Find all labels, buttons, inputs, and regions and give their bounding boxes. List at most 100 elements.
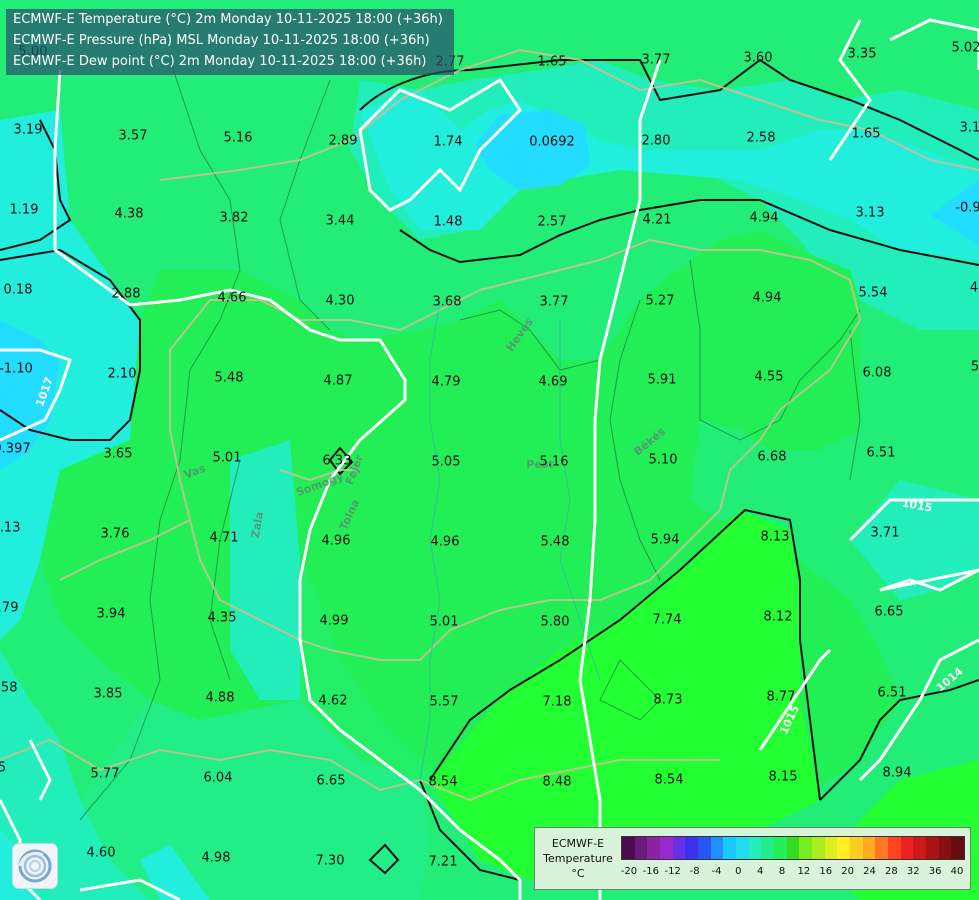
legend-tick: 0	[735, 866, 742, 877]
legend-title-line: °C	[571, 867, 585, 880]
legend-swatch	[647, 837, 661, 859]
legend-title-line: ECMWF-E	[551, 837, 605, 850]
temperature-value: 3.77	[642, 53, 671, 68]
temperature-value: 5.48	[215, 371, 244, 386]
temperature-value: 5.77	[91, 767, 120, 782]
temperature-value: 3.65	[104, 447, 133, 462]
weather-map: 1017 1015 1015 1014 Pest Heves Békés Tol…	[0, 0, 979, 900]
legend-swatch	[850, 837, 863, 859]
temperature-value: -0.9	[955, 201, 979, 216]
legend-tick: -20	[620, 866, 638, 877]
temperature-value: 8.94	[883, 766, 912, 781]
temperature-value: 4.87	[324, 374, 353, 389]
legend-swatch	[837, 837, 851, 859]
temperature-value: 5.02	[952, 41, 979, 56]
temperature-value: 4.88	[206, 691, 235, 706]
temperature-value: 6.51	[878, 686, 907, 701]
temperature-value: 3.85	[94, 687, 123, 702]
legend-tick: 32	[906, 866, 920, 877]
temperature-value: 2.58	[747, 131, 776, 146]
temperature-value: 5.80	[541, 615, 570, 630]
legend-swatch	[748, 837, 762, 859]
temperature-value: 4.94	[750, 211, 779, 226]
swirl-icon	[18, 849, 52, 883]
map-canvas: 1017 1015 1015 1014 Pest Heves Békés Tol…	[0, 0, 979, 900]
legend-swatch	[786, 837, 800, 859]
temperature-value: 8.54	[655, 773, 684, 788]
legend-swatch	[888, 837, 901, 859]
legend-swatch	[875, 837, 889, 859]
legend-swatch	[900, 837, 914, 859]
legend-swatch	[913, 837, 927, 859]
legend-tick: -12	[664, 866, 681, 877]
temperature-value: 4.96	[322, 534, 351, 549]
temperature-value: 2.89	[329, 134, 358, 149]
legend-tick: 4	[757, 866, 764, 877]
temperature-value: 4.55	[755, 370, 784, 385]
temperature-value: 1.65	[852, 127, 881, 142]
ecmwf-logo	[12, 843, 58, 889]
temperature-value: 8.77	[767, 690, 796, 705]
title-dewpoint: ECMWF-E Dew point (°C) 2m Monday 10-11-2…	[13, 54, 427, 69]
legend-title: ECMWF-E Temperature °C	[535, 836, 621, 881]
temperature-value: 8.13	[761, 530, 790, 545]
temperature-value: 2.80	[642, 134, 671, 149]
temperature-value: 8.12	[764, 610, 793, 625]
temperature-value: 8.73	[654, 693, 683, 708]
temperature-value: 3.13	[856, 206, 885, 221]
legend-swatch	[698, 837, 711, 859]
legend-tick: -8	[689, 866, 700, 877]
temperature-value: 4.99	[320, 614, 349, 629]
temperature-value: 8.48	[543, 775, 572, 790]
temperature-value: 3.76	[101, 527, 130, 542]
legend-swatch	[824, 837, 838, 859]
legend-swatch	[938, 837, 952, 859]
temperature-value: 5.27	[646, 294, 675, 309]
legend-swatch	[710, 837, 724, 859]
legend-tick: 16	[819, 866, 833, 877]
legend-tick: 24	[863, 866, 876, 877]
temperature-value: 5	[0, 761, 6, 776]
temperature-value: 3.82	[220, 211, 249, 226]
temperature-value: 0.18	[4, 283, 33, 298]
legend-tick: -4	[711, 866, 722, 877]
temperature-value: 5.16	[224, 131, 253, 146]
temperature-value: 3.94	[97, 607, 126, 622]
temperature-value: 5.91	[648, 373, 677, 388]
legend-tick: 28	[885, 866, 898, 877]
temperature-value: 3.71	[871, 526, 900, 541]
legend-tick: 36	[928, 866, 942, 877]
temperature-value: 5.94	[651, 533, 680, 548]
temperature-value: 3.57	[119, 129, 148, 144]
temperature-value: 5.48	[541, 535, 570, 550]
legend-swatch	[774, 837, 787, 859]
legend-swatch	[685, 837, 699, 859]
legend-tick: 12	[797, 866, 811, 877]
legend-swatch	[736, 837, 749, 859]
temperature-value: 3.13	[0, 521, 20, 536]
temperature-value: 7.74	[653, 613, 682, 628]
temperature-value: 4.62	[319, 694, 348, 709]
temperature-value: 5.01	[430, 615, 459, 630]
legend-swatch	[799, 837, 813, 859]
temperature-value: 6.08	[863, 366, 892, 381]
temperature-value: 6.33	[323, 454, 352, 469]
temperature-value: 2.88	[112, 287, 141, 302]
temperature-value: 4.69	[539, 375, 568, 390]
temperature-value: 8.54	[429, 775, 458, 790]
legend-swatch	[672, 837, 686, 859]
temperature-value: 5.58	[0, 681, 17, 696]
legend-swatch	[634, 837, 648, 859]
legend-tick: 8	[778, 866, 786, 877]
temperature-value: 5.57	[430, 695, 459, 710]
temperature-value: 0.0692	[529, 135, 575, 150]
temperature-value: 3.44	[326, 214, 355, 229]
legend-swatch	[926, 837, 939, 859]
temperature-value: 4.79	[432, 375, 461, 390]
legend-title-line: Temperature	[543, 852, 613, 865]
temperature-value: 7.30	[316, 854, 345, 869]
temperature-value: 6.65	[317, 774, 346, 789]
legend-swatch	[812, 837, 825, 859]
temperature-value: 8.15	[769, 770, 798, 785]
temperature-value: 1.48	[434, 215, 463, 230]
